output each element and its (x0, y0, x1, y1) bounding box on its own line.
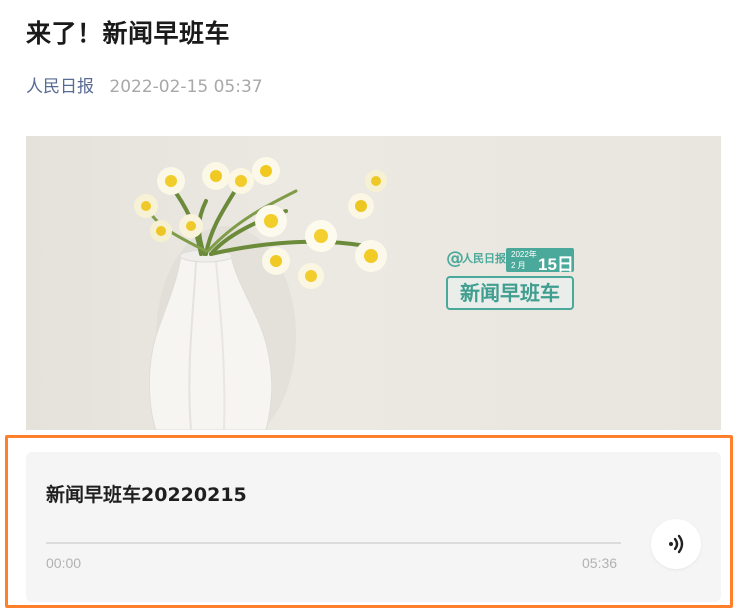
progress-track[interactable] (46, 542, 621, 544)
play-button[interactable] (651, 519, 701, 569)
logo-brand: 人民日报 (462, 252, 506, 265)
logo-month: 2 月 (511, 261, 526, 270)
publish-date: 2022-02-15 05:37 (109, 77, 263, 97)
audio-player[interactable]: 新闻早班车20220215 00:00 05:36 (26, 452, 721, 602)
logo-date-badge: 2022年 2 月 15日 (506, 248, 574, 274)
news-logo: @ 人民日报 2022年 2 月 15日 新闻早班车 (446, 248, 576, 318)
logo-wordmark: 新闻早班车 (446, 276, 574, 310)
cover-image: @ 人民日报 2022年 2 月 15日 新闻早班车 (26, 136, 721, 430)
source-link[interactable]: 人民日报 (26, 77, 94, 97)
article-title: 来了！新闻早班车 (26, 19, 231, 48)
duration: 05:36 (582, 555, 618, 571)
logo-year: 2022年 (511, 250, 537, 259)
logo-day: 15日 (538, 255, 574, 274)
article-meta: 人民日报 2022-02-15 05:37 (26, 72, 263, 97)
current-time: 00:00 (46, 555, 82, 571)
audio-title: 新闻早班车20220215 (46, 484, 247, 506)
audio-wave-icon (669, 534, 684, 554)
vase-flowers-illustration (134, 157, 387, 430)
